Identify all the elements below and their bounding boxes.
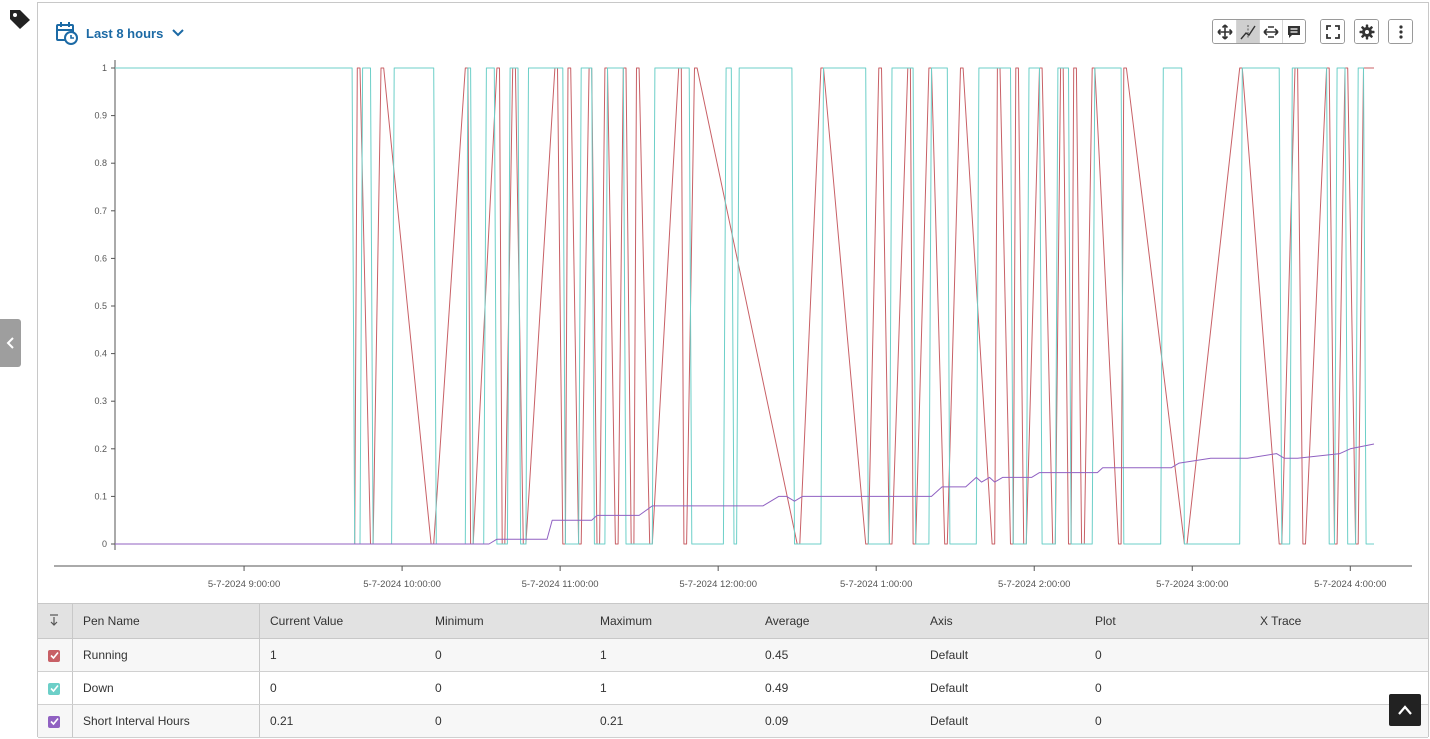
col-pen-name[interactable]: Pen Name bbox=[72, 603, 260, 639]
y-tick-label: 0.5 bbox=[94, 301, 107, 311]
y-tick-label: 1 bbox=[102, 63, 107, 73]
pen-table-header: Pen Name Current Value Minimum Maximum A… bbox=[38, 603, 1428, 639]
table-row[interactable]: Running 1 0 1 0.45 Default 0 bbox=[38, 638, 1428, 672]
pen-maximum: 1 bbox=[590, 671, 755, 705]
pen-minimum: 0 bbox=[425, 638, 590, 672]
pen-maximum: 0.21 bbox=[590, 704, 755, 738]
col-axis[interactable]: Axis bbox=[920, 603, 1085, 639]
collapse-panel-button[interactable] bbox=[0, 319, 21, 367]
pen-checkbox-cell bbox=[38, 671, 73, 705]
y-tick-label: 0.2 bbox=[94, 444, 107, 454]
y-tick-label: 0.8 bbox=[94, 158, 107, 168]
left-rail bbox=[0, 0, 37, 739]
pen-axis: Default bbox=[920, 671, 1085, 705]
pen-plot: 0 bbox=[1085, 638, 1250, 672]
tag-icon[interactable] bbox=[8, 8, 32, 30]
y-tick-label: 0.9 bbox=[94, 111, 107, 121]
pen-name: Running bbox=[72, 638, 260, 672]
table-row[interactable]: Down 0 0 1 0.49 Default 0 bbox=[38, 671, 1428, 705]
pen-plot: 0 bbox=[1085, 671, 1250, 705]
pen-name: Down bbox=[72, 671, 260, 705]
y-ticks: 0 0.1 0.2 0.3 0.4 0.5 0.6 0.7 0.8 0.9 1 bbox=[94, 63, 115, 549]
pen-checkbox[interactable] bbox=[48, 682, 60, 695]
trend-panel: Last 8 hours 0 0.1 0.2 0.3 0.4 0.5 0.6 0… bbox=[37, 2, 1429, 738]
x-tick-label: 5-7-2024 12:00:00 bbox=[679, 579, 757, 590]
x-tick-label: 5-7-2024 1:00:00 bbox=[840, 579, 912, 590]
y-tick-label: 0.4 bbox=[94, 349, 107, 359]
y-tick-label: 0.1 bbox=[94, 491, 107, 501]
checkmark-icon bbox=[49, 718, 59, 726]
trend-chart[interactable]: 0 0.1 0.2 0.3 0.4 0.5 0.6 0.7 0.8 0.9 1 5-7-2024 9… bbox=[38, 3, 1428, 601]
checkmark-icon bbox=[49, 685, 59, 693]
y-tick-label: 0.7 bbox=[94, 206, 107, 216]
x-tick-label: 5-7-2024 9:00:00 bbox=[208, 579, 280, 590]
series-line-running bbox=[115, 67, 1374, 545]
scroll-to-top-button[interactable] bbox=[1389, 694, 1421, 726]
pen-minimum: 0 bbox=[425, 671, 590, 705]
col-minimum[interactable]: Minimum bbox=[425, 603, 590, 639]
col-current-value[interactable]: Current Value bbox=[259, 603, 425, 639]
x-tick-label: 5-7-2024 4:00:00 bbox=[1314, 579, 1386, 590]
pen-checkbox[interactable] bbox=[48, 649, 60, 662]
x-tick-label: 5-7-2024 10:00:00 bbox=[363, 579, 441, 590]
pen-maximum: 1 bbox=[590, 638, 755, 672]
y-tick-label: 0 bbox=[102, 539, 107, 549]
x-ticks: 5-7-2024 9:00:00 5-7-2024 10:00:00 5-7-202… bbox=[208, 566, 1386, 590]
sort-icon bbox=[50, 613, 58, 626]
pen-checkbox-cell bbox=[38, 704, 73, 738]
pen-average: 0.45 bbox=[755, 638, 920, 672]
pen-name: Short Interval Hours bbox=[72, 704, 260, 738]
pen-minimum: 0 bbox=[425, 704, 590, 738]
series-layer bbox=[115, 67, 1375, 545]
checkmark-icon bbox=[49, 652, 59, 660]
col-plot[interactable]: Plot bbox=[1085, 603, 1250, 639]
chevron-left-icon bbox=[6, 337, 14, 349]
pen-checkbox-cell bbox=[38, 638, 73, 672]
pen-current-value: 0 bbox=[259, 671, 425, 705]
pen-axis: Default bbox=[920, 638, 1085, 672]
pen-checkbox[interactable] bbox=[48, 715, 60, 728]
series-line-short-interval-hours bbox=[115, 443, 1375, 545]
y-tick-label: 0.3 bbox=[94, 396, 107, 406]
sort-column-header[interactable] bbox=[38, 603, 73, 639]
pen-axis: Default bbox=[920, 704, 1085, 738]
series-line-down bbox=[115, 67, 1374, 545]
x-tick-label: 5-7-2024 11:00:00 bbox=[522, 579, 599, 590]
pen-table: Pen Name Current Value Minimum Maximum A… bbox=[38, 603, 1428, 738]
x-tick-label: 5-7-2024 2:00:00 bbox=[998, 579, 1070, 590]
pen-plot: 0 bbox=[1085, 704, 1250, 738]
pen-current-value: 0.21 bbox=[259, 704, 425, 738]
x-tick-label: 5-7-2024 3:00:00 bbox=[1156, 579, 1228, 590]
y-tick-label: 0.6 bbox=[94, 253, 107, 263]
pen-current-value: 1 bbox=[259, 638, 425, 672]
col-maximum[interactable]: Maximum bbox=[590, 603, 755, 639]
col-average[interactable]: Average bbox=[755, 603, 920, 639]
pen-average: 0.09 bbox=[755, 704, 920, 738]
col-x-trace[interactable]: X Trace bbox=[1250, 603, 1428, 639]
pen-average: 0.49 bbox=[755, 671, 920, 705]
table-row[interactable]: Short Interval Hours 0.21 0 0.21 0.09 De… bbox=[38, 704, 1428, 738]
chevron-up-icon bbox=[1398, 705, 1412, 715]
pen-x-trace bbox=[1250, 638, 1428, 672]
